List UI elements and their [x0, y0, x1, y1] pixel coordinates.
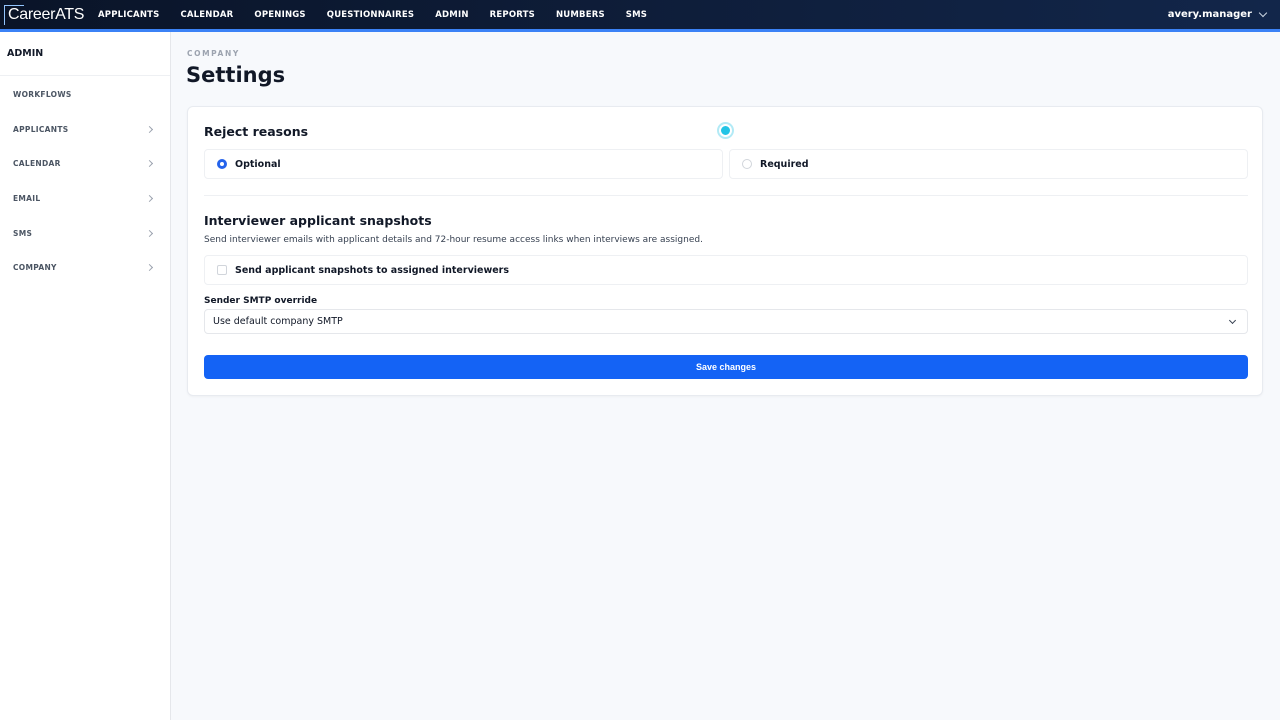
smtp-override-value: Use default company SMTP — [213, 316, 343, 327]
radio-label-optional: Optional — [235, 158, 281, 170]
user-menu[interactable]: avery.manager — [1167, 0, 1268, 29]
nav-reports[interactable]: REPORTS — [490, 10, 535, 20]
sidebar-title: ADMIN — [7, 48, 44, 59]
chevron-down-icon — [1258, 8, 1268, 17]
sidebar-item-label: SMS — [13, 228, 33, 238]
sidebar-item-calendar[interactable]: CALENDAR — [0, 146, 170, 180]
radio-optional[interactable] — [217, 159, 227, 169]
sidebar-divider — [0, 75, 170, 76]
snapshots-title: Interviewer applicant snapshots — [204, 213, 432, 228]
nav-questionnaires[interactable]: QUESTIONNAIRES — [327, 10, 415, 20]
app-logo[interactable]: CareerATS — [4, 5, 84, 25]
main-nav: APPLICANTS CALENDAR OPENINGS QUESTIONNAI… — [88, 0, 668, 29]
chevron-right-icon — [145, 229, 154, 237]
cursor-indicator-icon — [719, 124, 732, 137]
breadcrumb: COMPANY — [187, 49, 240, 58]
nav-applicants[interactable]: APPLICANTS — [98, 10, 159, 20]
settings-card: Reject reasons Optional Required Intervi… — [187, 106, 1263, 396]
chevron-down-icon — [1228, 316, 1237, 324]
smtp-override-select[interactable]: Use default company SMTP — [204, 309, 1248, 334]
smtp-override-label: Sender SMTP override — [204, 296, 318, 306]
save-changes-label: Save changes — [695, 362, 757, 372]
reject-reasons-optional-option[interactable]: Optional — [204, 149, 723, 179]
top-navbar: CareerATS APPLICANTS CALENDAR OPENINGS Q… — [0, 0, 1280, 32]
reject-reasons-required-option[interactable]: Required — [729, 149, 1248, 179]
nav-admin[interactable]: ADMIN — [435, 10, 468, 20]
section-divider — [204, 195, 1248, 196]
chevron-right-icon — [145, 194, 154, 202]
sidebar-item-email[interactable]: EMAIL — [0, 181, 170, 215]
chevron-right-icon — [145, 159, 154, 167]
nav-sms[interactable]: SMS — [626, 10, 647, 20]
sidebar-item-sms[interactable]: SMS — [0, 216, 170, 250]
radio-label-required: Required — [760, 158, 809, 170]
sidebar-item-label: CALENDAR — [13, 158, 61, 168]
sidebar-item-label: APPLICANTS — [13, 124, 69, 134]
nav-openings[interactable]: OPENINGS — [254, 10, 305, 20]
save-changes-button[interactable]: Save changes — [204, 355, 1248, 379]
reject-reasons-title: Reject reasons — [204, 124, 309, 139]
radio-required[interactable] — [742, 159, 752, 169]
logo-text: CareerATS — [8, 6, 85, 23]
nav-calendar[interactable]: CALENDAR — [180, 10, 233, 20]
sidebar-item-label: COMPANY — [13, 262, 57, 272]
sidebar-item-label: WORKFLOWS — [13, 89, 72, 99]
sidebar-item-label: EMAIL — [13, 193, 41, 203]
sidebar-item-applicants[interactable]: APPLICANTS — [0, 112, 170, 146]
user-name: avery.manager — [1167, 9, 1252, 20]
snapshots-checkbox[interactable] — [217, 265, 227, 275]
chevron-right-icon — [145, 263, 154, 271]
chevron-right-icon — [145, 125, 154, 133]
page-title: Settings — [186, 63, 286, 87]
snapshots-checkbox-row[interactable]: Send applicant snapshots to assigned int… — [204, 255, 1248, 285]
sidebar: ADMIN WORKFLOWS APPLICANTS CALENDAR EMAI… — [0, 32, 171, 720]
sidebar-item-company[interactable]: COMPANY — [0, 250, 170, 284]
snapshots-description: Send interviewer emails with applicant d… — [204, 235, 703, 245]
nav-numbers[interactable]: NUMBERS — [556, 10, 605, 20]
snapshots-checkbox-label: Send applicant snapshots to assigned int… — [235, 264, 510, 276]
sidebar-item-workflows[interactable]: WORKFLOWS — [0, 77, 170, 111]
